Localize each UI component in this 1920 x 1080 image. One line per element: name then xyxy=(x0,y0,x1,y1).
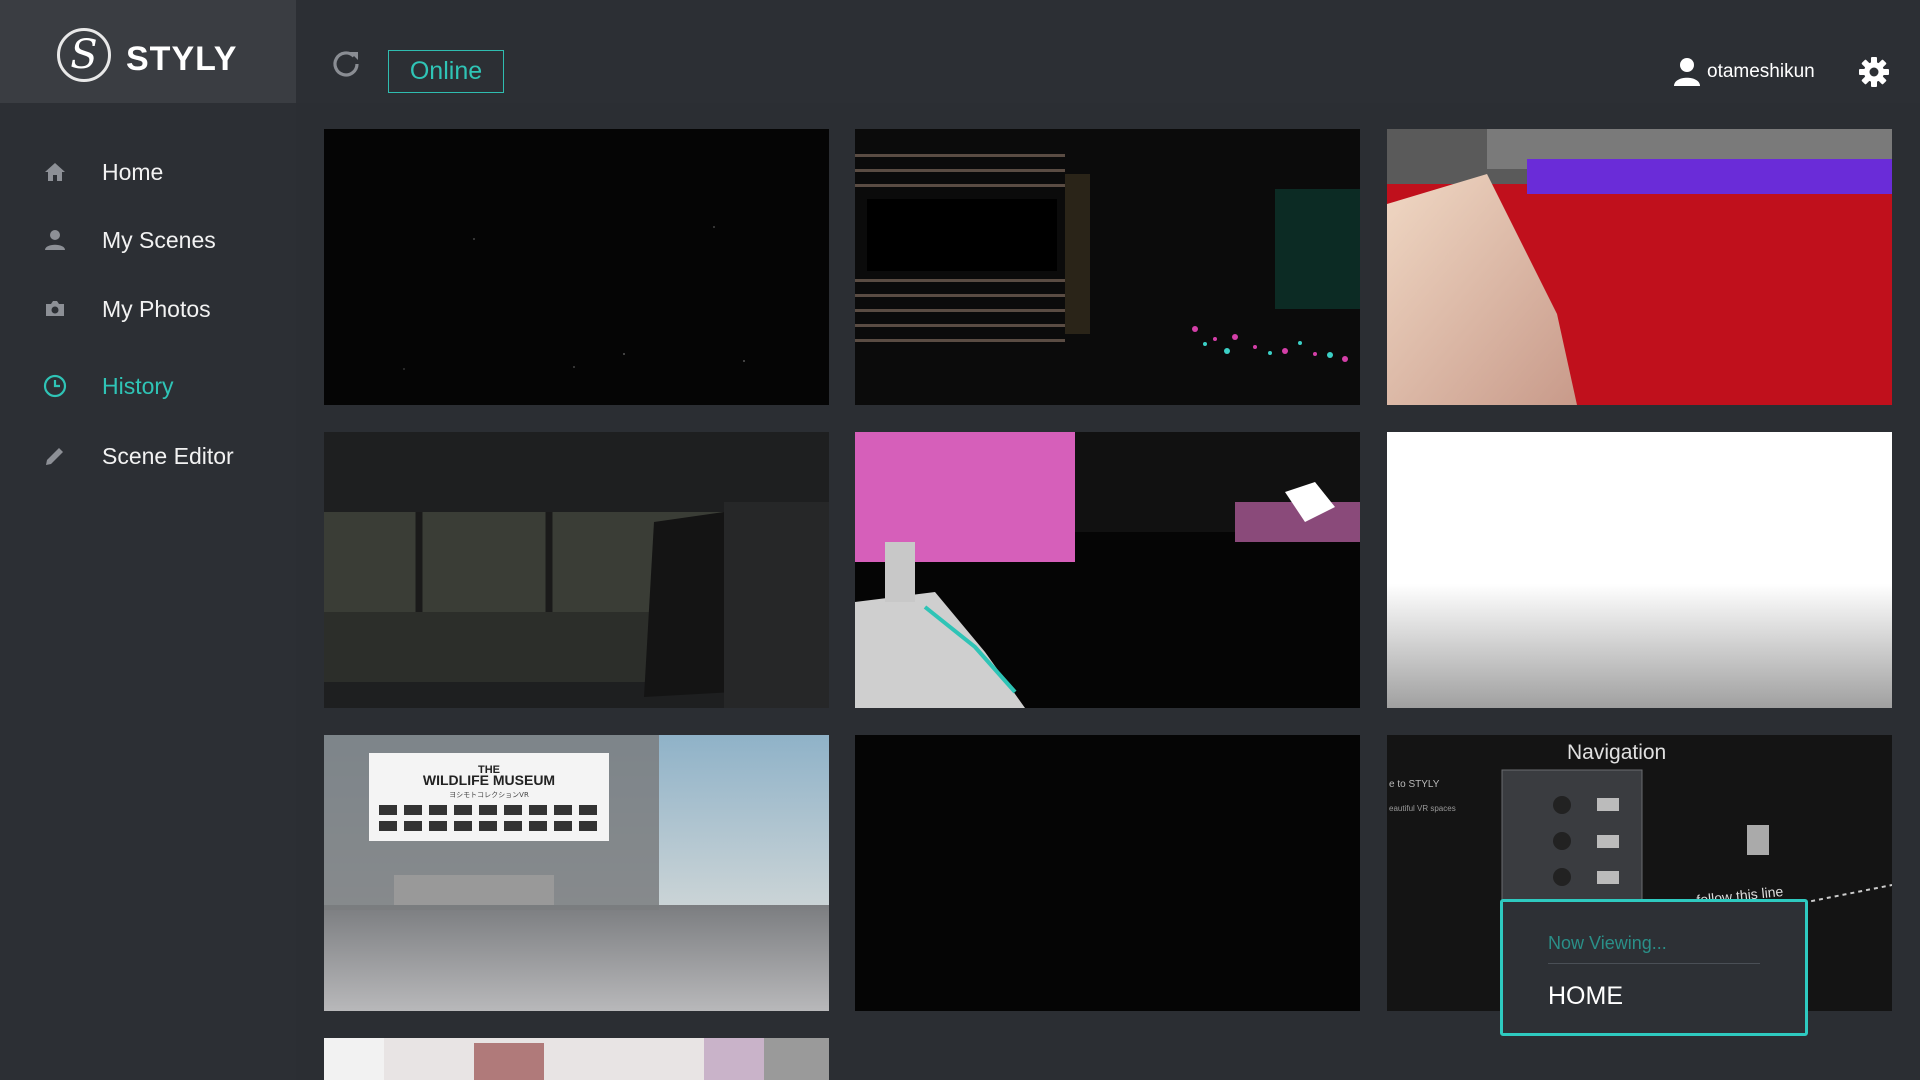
history-thumbnail-10[interactable] xyxy=(324,1038,829,1080)
username: otameshikun xyxy=(1707,61,1815,82)
app-name: STYLY xyxy=(126,40,238,78)
now-viewing-label: Now Viewing... xyxy=(1548,933,1667,953)
sidebar-item-label: My Photos xyxy=(102,295,211,322)
museum-name: WILDLIFE MUSEUM xyxy=(423,772,555,788)
refresh-button[interactable] xyxy=(326,44,366,84)
now-viewing-panel: Now Viewing... HOME xyxy=(1500,899,1808,1036)
thumbnail-image xyxy=(855,129,1360,405)
person-icon xyxy=(42,227,68,253)
history-thumbnail-5[interactable] xyxy=(855,432,1360,708)
thumbnail-image xyxy=(324,129,829,405)
sidebar-item-history[interactable]: History xyxy=(0,358,296,414)
sidebar-item-label: My Scenes xyxy=(102,226,216,253)
camera-icon xyxy=(42,296,68,322)
thumbnail-image: THE WILDLIFE MUSEUM ヨシモトコレクションVR xyxy=(324,735,829,1011)
sidebar-item-home[interactable]: Home xyxy=(0,144,296,200)
history-thumbnail-3[interactable] xyxy=(1387,129,1892,405)
user-icon xyxy=(1674,58,1700,86)
user-menu[interactable]: otameshikun xyxy=(1673,56,1815,88)
sidebar-item-label: Home xyxy=(102,158,164,185)
sidebar-item-scene-editor[interactable]: Scene Editor xyxy=(0,428,296,484)
history-thumbnail-7[interactable]: THE WILDLIFE MUSEUM ヨシモトコレクションVR xyxy=(324,735,829,1011)
now-viewing-scene: HOME xyxy=(1548,982,1623,1010)
pencil-icon xyxy=(42,443,68,469)
clock-icon xyxy=(42,373,68,399)
history-thumbnail-2[interactable] xyxy=(855,129,1360,405)
history-thumbnail-1[interactable] xyxy=(324,129,829,405)
thumbnail-image xyxy=(1387,432,1892,708)
navigation-title: Navigation xyxy=(1567,741,1666,764)
gear-icon[interactable] xyxy=(1858,56,1890,88)
divider xyxy=(1548,963,1760,964)
home-icon xyxy=(42,159,68,185)
styly-logo-icon[interactable]: S xyxy=(57,28,111,82)
history-thumbnail-4[interactable] xyxy=(324,432,829,708)
navigation-text-2: eautiful VR spaces xyxy=(1389,804,1456,813)
sidebar-item-my-scenes[interactable]: My Scenes xyxy=(0,212,296,268)
sidebar-item-label: History xyxy=(102,372,174,399)
sidebar-item-label: Scene Editor xyxy=(102,442,234,469)
status-badge: Online xyxy=(388,50,504,93)
thumbnail-image xyxy=(855,432,1360,708)
history-thumbnail-6[interactable] xyxy=(1387,432,1892,708)
thumbnail-image xyxy=(855,735,1360,1011)
navigation-text-1: e to STYLY xyxy=(1389,779,1440,790)
refresh-icon xyxy=(333,51,359,77)
museum-subtitle: ヨシモトコレクションVR xyxy=(449,791,529,799)
thumbnail-image xyxy=(324,1038,829,1080)
sidebar: S STYLY Home My Scenes My Photos History… xyxy=(0,0,296,1080)
sidebar-item-my-photos[interactable]: My Photos xyxy=(0,281,296,337)
logo-bar: S STYLY xyxy=(0,0,296,103)
thumbnail-image xyxy=(1387,129,1892,405)
history-thumbnail-8[interactable] xyxy=(855,735,1360,1011)
thumbnail-image xyxy=(324,432,829,708)
